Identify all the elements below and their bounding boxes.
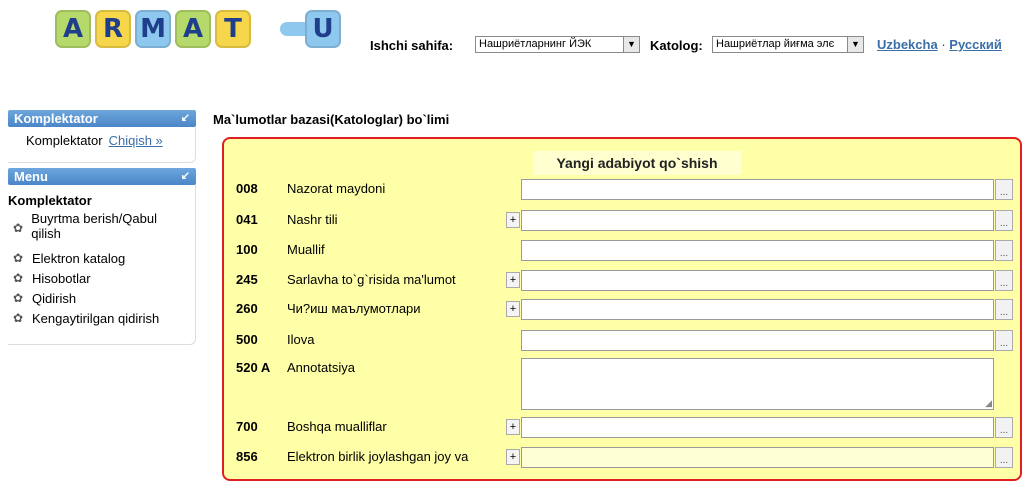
logo-letter: A bbox=[55, 10, 91, 48]
book-icon: ✿ bbox=[13, 291, 24, 305]
browse-button[interactable]: ... bbox=[995, 179, 1013, 200]
field-tag: 520 A bbox=[236, 360, 271, 375]
field-label: Nashr tili bbox=[287, 212, 338, 227]
form-row-856: 856 Elektron birlik joylashgan joy va + … bbox=[224, 445, 1020, 469]
menu-item-label: Elektron katalog bbox=[32, 251, 126, 266]
menu-heading: Komplektator bbox=[8, 193, 92, 208]
field-label: Чи?иш маълумотлари bbox=[287, 301, 421, 316]
field-tag: 700 bbox=[236, 419, 258, 434]
logo-letter: M bbox=[135, 10, 171, 48]
form-row-041: 041 Nashr tili + ... bbox=[224, 208, 1020, 232]
armat-logo[interactable]: A R M A T U bbox=[45, 8, 345, 52]
menu-item-reports[interactable]: ✿ Hisobotlar bbox=[13, 271, 91, 286]
menu-item-label: Hisobotlar bbox=[32, 271, 91, 286]
field-tag: 100 bbox=[236, 242, 258, 257]
form-row-245: 245 Sarlavha to`g`risida ma'lumot + ... bbox=[224, 268, 1020, 292]
menu-item-label: Kengaytirilgan qidirish bbox=[32, 311, 160, 326]
field-tag: 856 bbox=[236, 449, 258, 464]
page-title: Ma`lumotlar bazasi(Katologlar) bo`limi bbox=[213, 112, 450, 127]
menu-item-advanced-search[interactable]: ✿ Kengaytirilgan qidirish bbox=[13, 311, 159, 326]
annotation-textarea[interactable]: ◢ bbox=[521, 358, 994, 410]
browse-button[interactable]: ... bbox=[995, 270, 1013, 291]
browse-button[interactable]: ... bbox=[995, 447, 1013, 468]
browse-button[interactable]: ... bbox=[995, 210, 1013, 231]
field-041-input[interactable] bbox=[521, 210, 994, 231]
catalog-value: Нашриётлар йиғма элє bbox=[716, 38, 835, 50]
field-label: Annotatsiya bbox=[287, 360, 355, 375]
browse-button[interactable]: ... bbox=[995, 240, 1013, 261]
field-tag: 041 bbox=[236, 212, 258, 227]
field-label: Muallif bbox=[287, 242, 325, 257]
field-label: Ilova bbox=[287, 332, 315, 347]
panel-title: Komplektator bbox=[14, 111, 98, 126]
catalog-select[interactable]: Нашриётлар йиғма элє ▼ bbox=[712, 36, 864, 53]
form-row-008: 008 Nazorat maydoni ... bbox=[224, 177, 1020, 201]
field-label: Boshqa mualliflar bbox=[287, 419, 387, 434]
field-245-input[interactable] bbox=[521, 270, 994, 291]
chevron-down-icon[interactable]: ▼ bbox=[847, 37, 863, 52]
panel-header-menu[interactable]: Menu ↙ bbox=[8, 168, 196, 185]
form-caption: Yangi adabiyot qo`shish bbox=[533, 151, 741, 175]
logo-letter: U bbox=[305, 10, 341, 48]
form-row-100: 100 Muallif ... bbox=[224, 238, 1020, 262]
menu-item-catalog[interactable]: ✿ Elektron katalog bbox=[13, 251, 125, 266]
menu-item-label: Qidirish bbox=[32, 291, 77, 306]
book-icon: ✿ bbox=[13, 221, 24, 235]
field-tag: 260 bbox=[236, 301, 258, 316]
resize-grip-icon[interactable]: ◢ bbox=[985, 398, 992, 409]
add-field-button[interactable]: + bbox=[506, 212, 520, 228]
collapse-arrow-icon[interactable]: ↙ bbox=[181, 168, 190, 185]
add-field-button[interactable]: + bbox=[506, 301, 520, 317]
work-page-value: Нашриётларнинг ЙЭК bbox=[479, 38, 592, 50]
browse-button[interactable]: ... bbox=[995, 330, 1013, 351]
user-role: Komplektator bbox=[26, 133, 103, 148]
logo-letter: T bbox=[215, 10, 251, 48]
catalog-label: Katolog: bbox=[650, 38, 703, 53]
field-260-input[interactable] bbox=[521, 299, 994, 320]
book-icon: ✿ bbox=[13, 271, 24, 285]
work-page-label: Ishchi sahifa: bbox=[370, 38, 454, 53]
field-100-input[interactable] bbox=[521, 240, 994, 261]
collapse-arrow-icon[interactable]: ↙ bbox=[181, 110, 190, 127]
browse-button[interactable]: ... bbox=[995, 299, 1013, 320]
field-label: Nazorat maydoni bbox=[287, 181, 386, 196]
field-tag: 500 bbox=[236, 332, 258, 347]
logout-link[interactable]: Chiqish » bbox=[109, 133, 163, 148]
panel-header-komplektator[interactable]: Komplektator ↙ bbox=[8, 110, 196, 127]
language-switch: Uzbekcha · Русский bbox=[877, 37, 1002, 52]
panel-title: Menu bbox=[14, 169, 48, 184]
panel-body-komplektator: Komplektator Chiqish » bbox=[8, 127, 196, 163]
chevron-down-icon[interactable]: ▼ bbox=[623, 37, 639, 52]
field-500-input[interactable] bbox=[521, 330, 994, 351]
lang-uzbek-link[interactable]: Uzbekcha bbox=[877, 37, 938, 52]
add-field-button[interactable]: + bbox=[506, 449, 520, 465]
add-field-button[interactable]: + bbox=[506, 272, 520, 288]
form-row-700: 700 Boshqa mualliflar + ... bbox=[224, 415, 1020, 439]
menu-item-order[interactable]: ✿ Buyrtma berish/Qabul qilish bbox=[13, 211, 183, 241]
user-line: Komplektator Chiqish » bbox=[26, 133, 163, 148]
browse-button[interactable]: ... bbox=[995, 417, 1013, 438]
form-row-260: 260 Чи?иш маълумотлари + ... bbox=[224, 297, 1020, 321]
field-856-input[interactable] bbox=[521, 447, 994, 468]
field-label: Elektron birlik joylashgan joy va bbox=[287, 449, 469, 464]
new-item-form: Yangi adabiyot qo`shish 008 Nazorat mayd… bbox=[222, 137, 1022, 481]
field-700-input[interactable] bbox=[521, 417, 994, 438]
form-row-500: 500 Ilova ... bbox=[224, 328, 1020, 352]
logo-letter: R bbox=[95, 10, 131, 48]
work-page-select[interactable]: Нашриётларнинг ЙЭК ▼ bbox=[475, 36, 640, 53]
book-icon: ✿ bbox=[13, 311, 24, 325]
menu-item-label: Buyrtma berish/Qabul qilish bbox=[31, 211, 157, 241]
menu-item-search[interactable]: ✿ Qidirish bbox=[13, 291, 76, 306]
lang-separator: · bbox=[941, 37, 946, 52]
add-field-button[interactable]: + bbox=[506, 419, 520, 435]
field-tag: 245 bbox=[236, 272, 258, 287]
field-008-input[interactable] bbox=[521, 179, 994, 200]
lang-russian-link[interactable]: Русский bbox=[949, 37, 1002, 52]
logo-letter: A bbox=[175, 10, 211, 48]
form-row-520a: 520 A Annotatsiya ◢ bbox=[224, 356, 1020, 412]
book-icon: ✿ bbox=[13, 251, 24, 265]
field-tag: 008 bbox=[236, 181, 258, 196]
field-label: Sarlavha to`g`risida ma'lumot bbox=[287, 272, 456, 287]
